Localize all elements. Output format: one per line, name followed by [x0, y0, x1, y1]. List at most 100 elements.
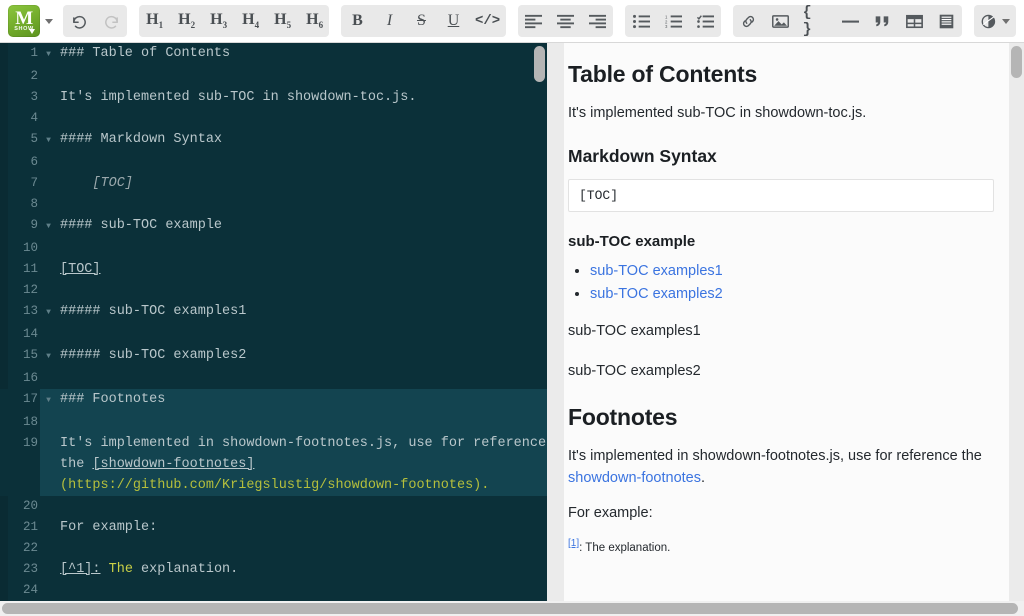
italic-icon: I	[386, 12, 393, 29]
align-left-button[interactable]	[518, 5, 550, 37]
fold-toggle-icon[interactable]: ▼	[40, 345, 57, 368]
italic-button[interactable]: I	[373, 5, 405, 37]
align-center-button[interactable]	[550, 5, 582, 37]
editor-token-plain	[60, 197, 68, 212]
unordered-list-button[interactable]	[625, 5, 657, 37]
pane-splitter[interactable]	[547, 43, 564, 601]
horizontal-rule-button[interactable]	[834, 5, 866, 37]
theme-button[interactable]	[974, 5, 1016, 37]
editor-line[interactable]: 9 ▼ #### sub-TOC example	[0, 215, 547, 238]
editor-line[interactable]: 8	[0, 194, 547, 215]
editor-line[interactable]: 21 For example:	[0, 517, 547, 538]
image-button[interactable]	[765, 5, 797, 37]
undo-button[interactable]	[63, 5, 95, 37]
theme-chevron-down-icon[interactable]	[1002, 18, 1011, 24]
editor-line[interactable]: 11 [TOC]	[0, 259, 547, 280]
underline-button[interactable]: U	[437, 5, 469, 37]
table-icon	[905, 14, 923, 28]
editor-vertical-scrollbar[interactable]	[532, 43, 547, 601]
editor-line[interactable]: 4	[0, 108, 547, 129]
editor-line[interactable]: 16	[0, 368, 547, 389]
editor-line[interactable]: 6	[0, 152, 547, 173]
preview-vertical-scrollbar[interactable]	[1009, 43, 1024, 601]
heading-5-button[interactable]: H5	[267, 5, 299, 37]
heading-6-button[interactable]: H6	[299, 5, 330, 37]
editor-line[interactable]: 15 ▼ ##### sub-TOC examples2	[0, 345, 547, 368]
code-tag-icon: </>	[475, 13, 501, 29]
heading-5-label: H5	[274, 11, 292, 31]
preview-subtoc-item-1: sub-TOC examples1	[568, 323, 701, 339]
inline-code-button[interactable]: </>	[469, 5, 505, 37]
task-list-button[interactable]	[689, 5, 720, 37]
redo-button[interactable]	[95, 5, 127, 37]
footnotes-link[interactable]: showdown-footnotes	[568, 470, 701, 486]
preview-subtoc-heading: sub-TOC example	[568, 233, 696, 250]
horizontal-scrollbar-thumb[interactable]	[2, 603, 1018, 614]
editor-code-area[interactable]: 1 ▼ ### Table of Contents 2 3 It's implement…	[0, 43, 547, 601]
editor-line[interactable]: 22	[0, 538, 547, 559]
editor-line[interactable]: 14	[0, 324, 547, 345]
horizontal-scrollbar[interactable]	[0, 601, 1024, 616]
blockquote-button[interactable]	[866, 5, 898, 37]
editor-line-number: 2	[30, 69, 38, 83]
toc-link-1[interactable]: sub-TOC examples1	[590, 263, 723, 279]
editor-line[interactable]: 7 [TOC]	[0, 173, 547, 194]
heading-3-button[interactable]: H3	[203, 5, 235, 37]
page-break-button[interactable]	[930, 5, 962, 37]
editor-line[interactable]: 17 ▼ ### Footnotes	[0, 389, 547, 412]
app-logo-icon[interactable]: M SHOW	[8, 5, 40, 37]
editor-line-text: #### Markdown Syntax	[57, 129, 547, 152]
link-button[interactable]	[733, 5, 765, 37]
list-item[interactable]: sub-TOC examples1	[590, 260, 994, 283]
code-block-button[interactable]: { }	[797, 5, 835, 37]
heading-2-label: H2	[178, 11, 196, 31]
strikethrough-button[interactable]: S	[405, 5, 437, 37]
list-item[interactable]: sub-TOC examples2	[590, 283, 994, 306]
editor-line-number: 16	[22, 371, 38, 385]
editor-line-number: 17	[0, 389, 40, 412]
editor-line[interactable]: 2	[0, 66, 547, 87]
align-right-button[interactable]	[582, 5, 613, 37]
toolbar-group-formatting: B I S U </>	[341, 5, 506, 37]
app-logo-menu[interactable]: M SHOW	[8, 5, 53, 37]
editor-line-number: 15	[22, 348, 38, 362]
table-button[interactable]	[898, 5, 930, 37]
editor-line-number: 10	[22, 241, 38, 255]
heading-1-button[interactable]: H1	[139, 5, 171, 37]
editor-line[interactable]: 10	[0, 238, 547, 259]
fold-toggle-icon[interactable]: ▼	[40, 129, 57, 152]
fold-toggle-icon[interactable]: ▼	[40, 389, 57, 412]
editor-line-number: 20	[22, 499, 38, 513]
preview-vertical-scrollbar-thumb[interactable]	[1011, 46, 1022, 78]
editor-line-number: 1	[30, 46, 38, 60]
heading-2-button[interactable]: H2	[171, 5, 203, 37]
heading-4-button[interactable]: H4	[235, 5, 267, 37]
editor-line[interactable]: 12	[0, 280, 547, 301]
editor-line[interactable]: 1 ▼ ### Table of Contents	[0, 43, 547, 66]
logo-down-arrow-icon	[29, 29, 35, 34]
logo-menu-chevron-down-icon[interactable]	[45, 18, 53, 24]
footnote-explanation: : The explanation.	[579, 541, 671, 554]
markdown-editor-pane[interactable]: 1 ▼ ### Table of Contents 2 3 It's implement…	[0, 43, 547, 601]
editor-vertical-scrollbar-thumb[interactable]	[534, 46, 545, 82]
fold-toggle-icon[interactable]: ▼	[40, 301, 57, 324]
fold-toggle-icon[interactable]: ▼	[40, 215, 57, 238]
editor-line[interactable]: 3 It's implemented sub-TOC in showdown-to…	[0, 87, 547, 108]
editor-line[interactable]: 20	[0, 496, 547, 517]
editor-token-plain	[60, 499, 68, 514]
editor-line[interactable]: 24	[0, 580, 547, 601]
footnote-ref-link[interactable]: [1]	[568, 538, 579, 549]
editor-line[interactable]: 18	[0, 412, 547, 433]
editor-line[interactable]: 5 ▼ #### Markdown Syntax	[0, 129, 547, 152]
editor-line[interactable]: 19 It's implemented in showdown-footnotes…	[0, 433, 547, 496]
bold-button[interactable]: B	[341, 5, 373, 37]
editor-line[interactable]: 13 ▼ ##### sub-TOC examples1	[0, 301, 547, 324]
editor-line[interactable]: 23 [^1]: The explanation.	[0, 559, 547, 580]
ordered-list-button[interactable]: 1 2 3	[657, 5, 689, 37]
toolbar-group-lists: 1 2 3	[625, 5, 721, 37]
fold-toggle-icon[interactable]: ▼	[40, 43, 57, 66]
toc-link-2[interactable]: sub-TOC examples2	[590, 286, 723, 302]
strikethrough-icon: S	[417, 12, 426, 29]
